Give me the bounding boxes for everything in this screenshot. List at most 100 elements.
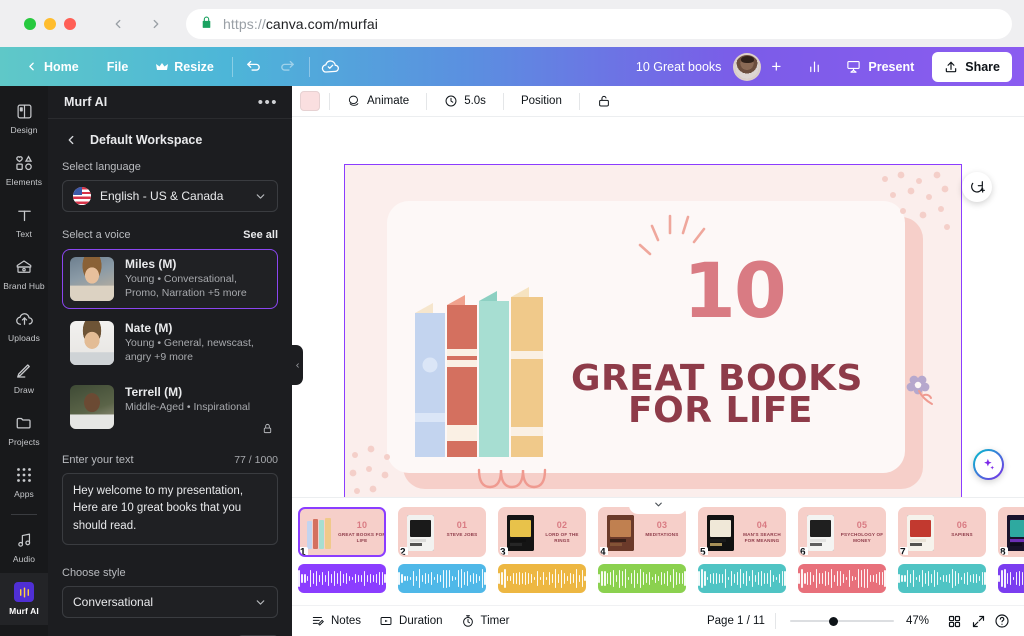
sidebar-item-audio[interactable]: Audio	[0, 521, 48, 573]
slide-canvas[interactable]: 10 GREAT BOOKS FOR LIFE	[344, 164, 962, 516]
audio-waveform[interactable]	[798, 564, 886, 593]
voice-name: Terrell (M)	[125, 385, 183, 399]
back-icon[interactable]	[110, 16, 126, 32]
minimize-icon[interactable]	[44, 17, 56, 30]
canvas-area[interactable]: 10 GREAT BOOKS FOR LIFE	[292, 117, 1024, 527]
url-scheme: https://	[223, 15, 266, 32]
crown-icon	[156, 62, 169, 70]
sidebar-item-projects[interactable]: Projects	[0, 404, 48, 456]
see-all-voices-link[interactable]: See all	[243, 229, 278, 241]
forward-icon[interactable]	[148, 16, 164, 32]
lock-icon	[262, 423, 273, 434]
voice-item-miles[interactable]: Miles (M) Young • Conversational, Promo,…	[62, 249, 278, 309]
slide-thumbnail[interactable]: 10 GREAT BOOKS FOR LIFE 1	[298, 507, 386, 557]
rail-divider	[11, 514, 37, 515]
resize-button[interactable]: Resize	[142, 47, 228, 86]
redo-button[interactable]	[271, 47, 305, 86]
sidebar-item-draw[interactable]: Draw	[0, 352, 48, 404]
sidebar-item-brand-hub[interactable]: Brand Hub	[0, 248, 48, 300]
undo-icon	[247, 60, 261, 71]
duration-button[interactable]: Duration	[370, 610, 451, 633]
filmstrip-toggle-button[interactable]	[629, 498, 687, 514]
filmstrip-slide-6[interactable]: 05 PSYCHOLOGY OF MONEY 6	[798, 507, 886, 593]
language-select[interactable]: English - US & Canada	[62, 180, 278, 212]
sidebar-item-text[interactable]: Text	[0, 196, 48, 248]
address-bar[interactable]: https://canva.com/murfai	[186, 8, 1012, 39]
sidebar-item-design[interactable]: Design	[0, 92, 48, 144]
filmstrip-slide-8[interactable]: 07A BRIEF HISTORY OF TIME8	[998, 507, 1024, 593]
position-button[interactable]: Position	[513, 89, 570, 113]
slide-thumbnail[interactable]: 05 PSYCHOLOGY OF MONEY 6	[798, 507, 886, 557]
sidebar-item-uploads[interactable]: Uploads	[0, 300, 48, 352]
slide-thumbnail[interactable]: 04 MAN'S SEARCH FOR MEANING 5	[698, 507, 786, 557]
document-title[interactable]: 10 Great books	[636, 60, 721, 74]
more-options-icon[interactable]: •••	[258, 95, 278, 110]
share-label: Share	[965, 59, 1000, 74]
script-textarea[interactable]	[62, 473, 278, 545]
url-path: canva.com/murfai	[265, 15, 378, 32]
filmstrip-slide-4[interactable]: 03 MEDITATIONS 4	[598, 507, 686, 593]
style-select[interactable]: Conversational	[62, 586, 278, 618]
thumbnail-title: MEDITATIONS	[645, 532, 679, 537]
magic-studio-button[interactable]	[973, 449, 1004, 480]
refresh-design-button[interactable]	[962, 172, 992, 202]
sidebar-item-apps[interactable]: Apps	[0, 456, 48, 508]
maximize-icon[interactable]	[64, 17, 76, 30]
audio-waveform[interactable]	[898, 564, 986, 593]
lock-button[interactable]	[589, 89, 619, 113]
filmstrip-slide-5[interactable]: 04 MAN'S SEARCH FOR MEANING 5	[698, 507, 786, 593]
top-bar-left: Home File Resize	[0, 47, 348, 86]
text-icon	[14, 205, 34, 225]
notes-button[interactable]: Notes	[302, 610, 370, 633]
filmstrip-slide-2[interactable]: 01 STEVE JOBS 2	[398, 507, 486, 593]
filmstrip-slide-7[interactable]: 06 SAPIENS 7	[898, 507, 986, 593]
grid-view-button[interactable]	[942, 609, 966, 633]
audio-waveform[interactable]	[498, 564, 586, 593]
filmstrip-slide-1[interactable]: 10 GREAT BOOKS FOR LIFE 1	[298, 507, 386, 593]
slide-thumbnail[interactable]: 02 LORD OF THE RINGS 3	[498, 507, 586, 557]
share-button[interactable]: Share	[932, 51, 1012, 82]
sidebar-item-murf-ai[interactable]: Murf AI	[0, 573, 48, 625]
chevron-left-icon[interactable]	[64, 133, 78, 147]
chevron-down-icon	[654, 502, 662, 507]
divider	[231, 56, 233, 77]
sidebar-item-elements[interactable]: Elements	[0, 144, 48, 196]
file-menu-button[interactable]: File	[93, 47, 143, 86]
zoom-slider[interactable]	[789, 615, 894, 627]
close-icon[interactable]	[24, 17, 36, 30]
slide-thumbnail[interactable]: 06 SAPIENS 7	[898, 507, 986, 557]
audio-waveform[interactable]	[998, 564, 1024, 593]
add-collaborator-button[interactable]: +	[765, 56, 787, 78]
filmstrip-slide-3[interactable]: 02 LORD OF THE RINGS 3	[498, 507, 586, 593]
sidebar-label: Uploads	[8, 333, 40, 343]
cloud-saved-button[interactable]	[314, 47, 348, 86]
audio-waveform[interactable]	[698, 564, 786, 593]
home-button[interactable]: Home	[11, 47, 93, 86]
voice-item-terrell[interactable]: Terrell (M) Middle-Aged • Inspirational	[62, 377, 278, 437]
slide-thumbnail[interactable]: 01 STEVE JOBS 2	[398, 507, 486, 557]
color-swatch-button[interactable]	[300, 91, 320, 111]
help-button[interactable]	[990, 609, 1014, 633]
window-traffic-lights[interactable]	[24, 17, 76, 30]
timer-button[interactable]: Timer	[452, 610, 519, 633]
audio-waveform[interactable]	[398, 564, 486, 593]
fullscreen-button[interactable]	[966, 609, 990, 633]
present-button[interactable]: Present	[834, 52, 926, 82]
slide-thumbnail[interactable]: 03 MEDITATIONS 4	[598, 507, 686, 557]
voice-item-nate[interactable]: Nate (M) Young • General, newscast, angr…	[62, 313, 278, 373]
cloud-saved-icon	[322, 60, 340, 73]
audio-waveform[interactable]	[598, 564, 686, 593]
canva-top-bar: Home File Resize 10 Great books + Presen…	[0, 47, 1024, 86]
style-label: Choose style	[62, 567, 126, 579]
audio-waveform[interactable]	[298, 564, 386, 593]
zoom-thumb[interactable]	[828, 617, 838, 626]
undo-button[interactable]	[237, 47, 271, 86]
panel-collapse-handle[interactable]	[292, 345, 303, 385]
slide-thumbnail[interactable]: 07A BRIEF HISTORY OF TIME8	[998, 507, 1024, 557]
animate-button[interactable]: Animate	[339, 89, 417, 113]
bar-chart-icon	[810, 61, 820, 73]
insights-button[interactable]	[795, 52, 834, 82]
duration-button[interactable]: 5.0s	[436, 89, 494, 113]
avatar[interactable]	[733, 52, 762, 81]
slide-number-text: 10	[683, 246, 787, 335]
